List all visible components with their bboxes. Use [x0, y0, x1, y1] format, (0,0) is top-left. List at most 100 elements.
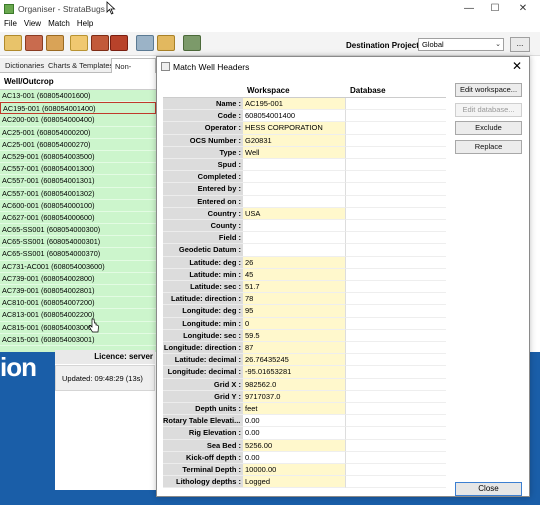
database-value[interactable]	[346, 183, 446, 196]
destination-more-button[interactable]: ...	[510, 37, 530, 52]
list-item[interactable]: AC557-001 (608054001301)	[0, 175, 156, 188]
workspace-value[interactable]: 982562.0	[243, 378, 346, 391]
database-value[interactable]	[346, 366, 446, 379]
database-value[interactable]	[346, 330, 446, 342]
workspace-value[interactable]: 51.7	[243, 281, 346, 294]
list-item[interactable]: AC195-001 (608054001400)	[0, 102, 156, 115]
workspace-value[interactable]: AC195-001	[243, 98, 346, 111]
list-item[interactable]: AC557-001 (608054001302)	[0, 188, 156, 200]
minimize-button[interactable]: —	[458, 2, 480, 16]
list-item[interactable]: AC65-SS001 (608054000370)	[0, 248, 156, 261]
database-value[interactable]	[346, 354, 446, 367]
database-value[interactable]	[346, 159, 446, 172]
workspace-value[interactable]	[243, 183, 346, 196]
workspace-value[interactable]: 26	[243, 256, 346, 269]
close-button[interactable]: Close	[455, 482, 522, 496]
workspace-value[interactable]: 45	[243, 268, 346, 281]
database-value[interactable]	[346, 98, 446, 111]
well-import-icon[interactable]	[25, 35, 43, 51]
list-item[interactable]: AC557-001 (608054001300)	[0, 163, 156, 176]
workspace-value[interactable]: G20831	[243, 134, 346, 147]
list-item[interactable]: AC739-001 (608054002800)	[0, 273, 156, 285]
workspace-value[interactable]: 78	[243, 293, 346, 306]
close-window-button[interactable]: ✕	[512, 2, 534, 16]
list-item[interactable]: AC815-001 (608054003000)	[0, 322, 156, 334]
list-item[interactable]: AC739-001 (608054002801)	[0, 285, 156, 298]
workspace-value[interactable]: -95.01653281	[243, 366, 346, 379]
edit-database-button[interactable]: Edit database...	[455, 103, 522, 117]
database-value[interactable]	[346, 427, 446, 440]
workspace-value[interactable]: 10000.00	[243, 464, 346, 477]
workspace-value[interactable]	[243, 159, 346, 172]
maximize-button[interactable]: ☐	[484, 2, 506, 16]
list-item[interactable]: AC731-AC001 (608054003600)	[0, 261, 156, 273]
rig-icon[interactable]	[91, 35, 109, 51]
workspace-value[interactable]: USA	[243, 207, 346, 220]
workspace-value[interactable]: 608054001400	[243, 110, 346, 123]
tab-dictionaries[interactable]: Dictionaries	[2, 58, 47, 73]
dialog-close-icon[interactable]: ✕	[509, 58, 525, 74]
workspace-value[interactable]: Logged	[243, 476, 346, 489]
workspace-value[interactable]: 5256.00	[243, 439, 346, 452]
menu-view[interactable]: View	[24, 19, 41, 28]
database-value[interactable]	[346, 269, 446, 281]
database-value[interactable]	[346, 232, 446, 245]
list-item[interactable]: AC200-001 (608054000400)	[0, 114, 156, 127]
transfer-icon[interactable]	[110, 35, 128, 51]
workspace-value[interactable]	[243, 220, 346, 233]
list-item[interactable]: AC600-001 (608054000100)	[0, 200, 156, 212]
workspace-value[interactable]: 0.00	[243, 451, 346, 464]
settings-icon[interactable]	[183, 35, 201, 51]
database-value[interactable]	[346, 110, 446, 123]
database-value[interactable]	[346, 293, 446, 306]
database-value[interactable]	[346, 122, 446, 135]
edit-workspace-button[interactable]: Edit workspace...	[455, 83, 522, 97]
export-icon[interactable]	[157, 35, 175, 51]
database-value[interactable]	[346, 464, 446, 477]
workspace-value[interactable]: 9717037.0	[243, 390, 346, 403]
workspace-value[interactable]: 59.5	[243, 329, 346, 342]
database-value[interactable]	[346, 318, 446, 330]
list-item[interactable]: AC813-001 (608054002200)	[0, 309, 156, 322]
list-item[interactable]: AC529-001 (608054003500)	[0, 151, 156, 164]
workspace-value[interactable]: 0.00	[243, 427, 346, 440]
list-item[interactable]: AC65-SS001 (608054000301)	[0, 236, 156, 249]
workspace-value[interactable]: HESS CORPORATION	[243, 122, 346, 135]
tab-non-version[interactable]: Non-version	[111, 58, 156, 86]
workspace-value[interactable]: 26.76435245	[243, 354, 346, 367]
list-item[interactable]: AC810-001 (608054007200)	[0, 297, 156, 310]
database-value[interactable]	[346, 171, 446, 184]
workspace-value[interactable]	[243, 171, 346, 184]
list-item[interactable]: AC13-001 (608054001600)	[0, 90, 156, 103]
database-value[interactable]	[346, 135, 446, 147]
workspace-value[interactable]: 95	[243, 305, 346, 318]
database-value[interactable]	[346, 220, 446, 233]
database-value[interactable]	[346, 305, 446, 318]
destination-project-select[interactable]: Global ⌄	[418, 38, 504, 51]
open-folder-icon[interactable]	[4, 35, 22, 51]
list-item[interactable]: AC627-001 (608054000600)	[0, 212, 156, 225]
database-value[interactable]	[346, 403, 446, 416]
tab-charts-templates[interactable]: Charts & Templates	[45, 58, 116, 73]
list-item[interactable]: AC65-SS001 (608054000300)	[0, 224, 156, 237]
database-value[interactable]	[346, 452, 446, 464]
database-value[interactable]	[346, 415, 446, 428]
database-value[interactable]	[346, 257, 446, 269]
workspace-value[interactable]: 0.00	[243, 415, 346, 428]
database-value[interactable]	[346, 208, 446, 220]
workspace-value[interactable]: Well	[243, 146, 346, 159]
database-value[interactable]	[346, 147, 446, 159]
folder-icon[interactable]	[70, 35, 88, 51]
workspace-value[interactable]: feet	[243, 403, 346, 416]
database-value[interactable]	[346, 342, 446, 355]
workspace-value[interactable]: 87	[243, 342, 346, 355]
menu-match[interactable]: Match	[48, 19, 70, 28]
well-list-header[interactable]: Well/Outcrop	[0, 74, 156, 90]
list-item[interactable]: AC815-001 (608054003001)	[0, 334, 156, 346]
database-value[interactable]	[346, 244, 446, 257]
menu-help[interactable]: Help	[77, 19, 93, 28]
database-value[interactable]	[346, 440, 446, 452]
workspace-value[interactable]: 0	[243, 317, 346, 330]
menu-file[interactable]: File	[4, 19, 17, 28]
database-value[interactable]	[346, 281, 446, 294]
